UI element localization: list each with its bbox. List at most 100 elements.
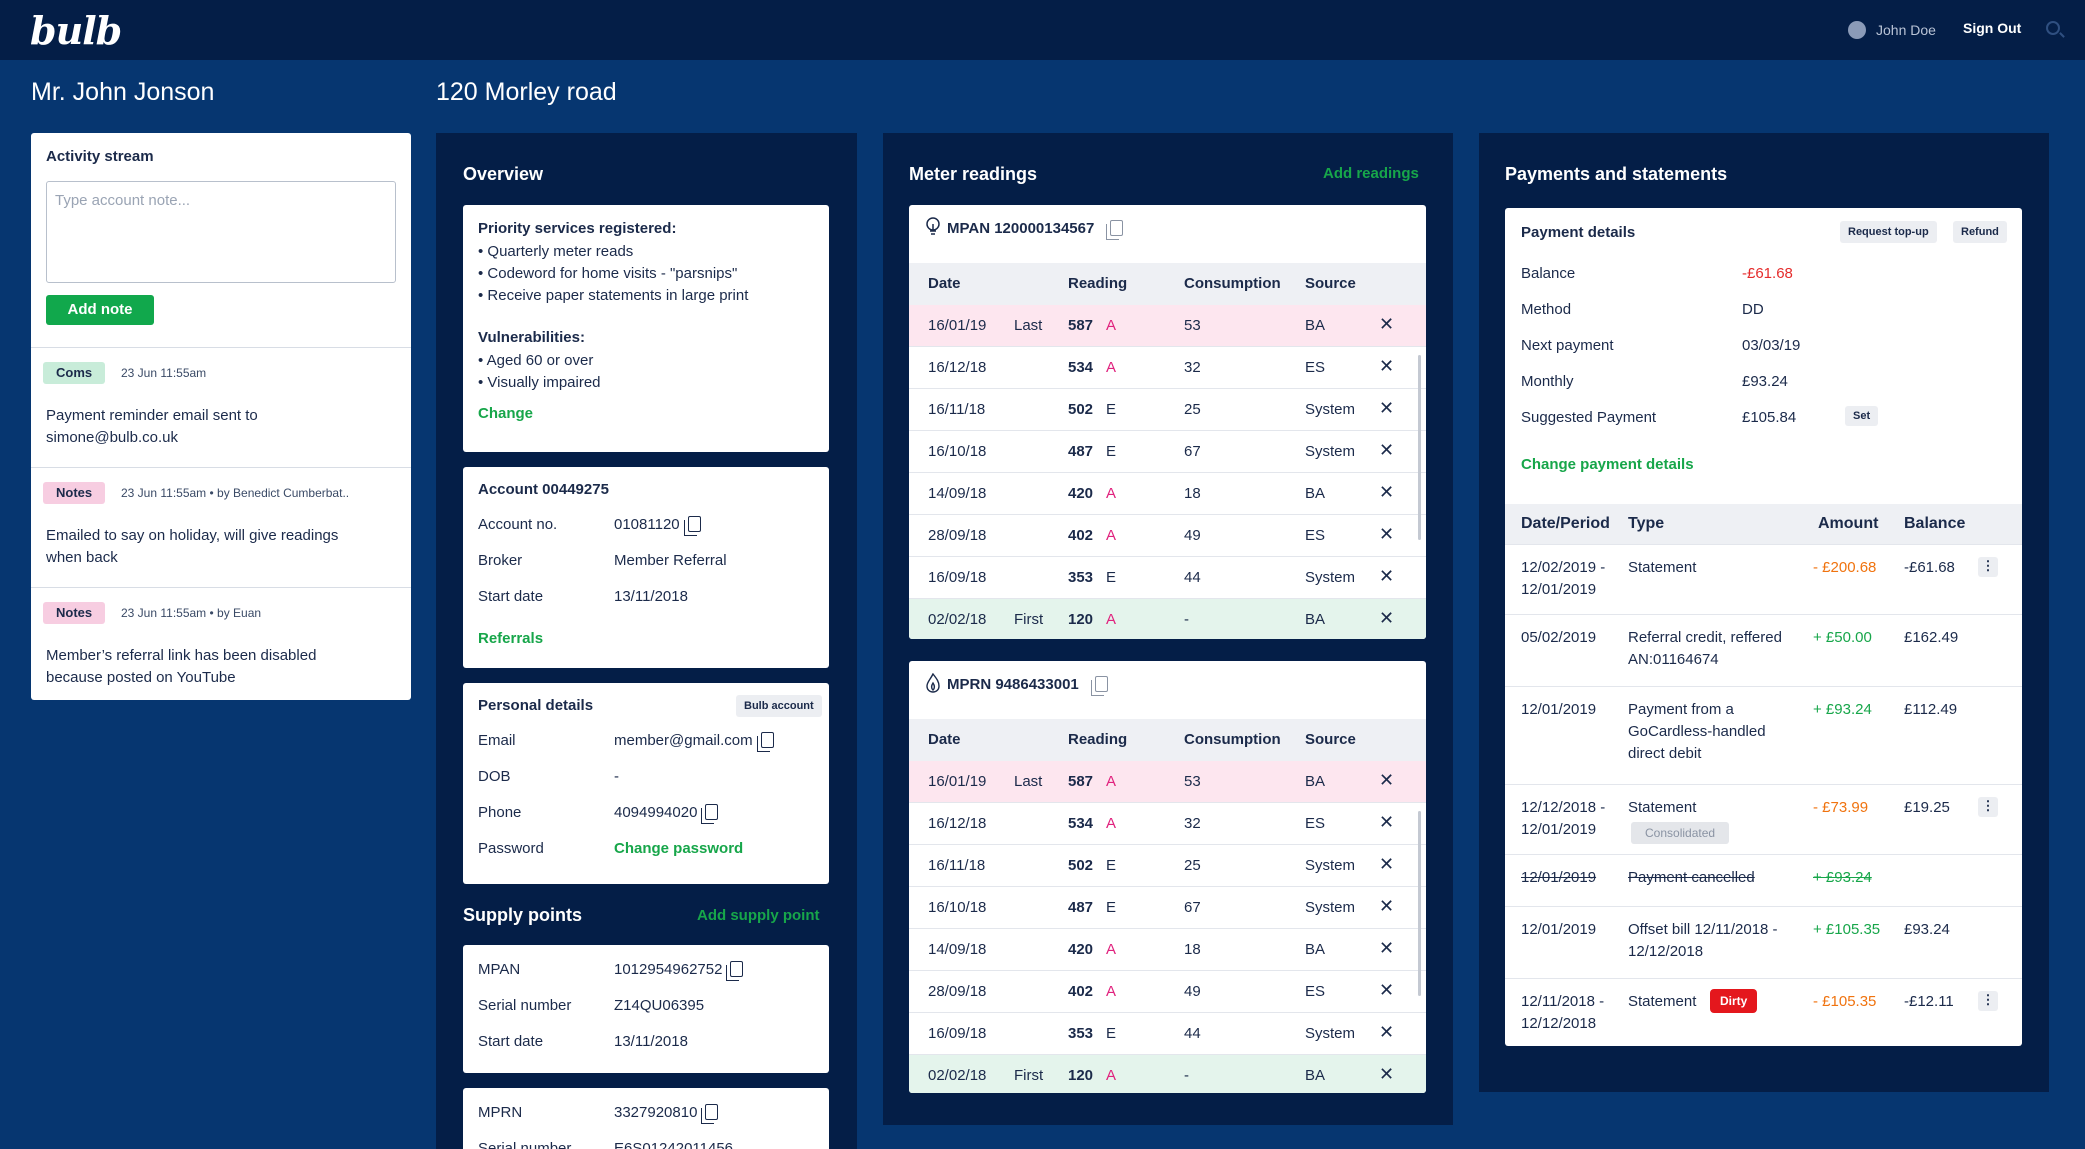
reading-consumption: 25 — [1184, 857, 1201, 874]
reading-value: 487 — [1068, 899, 1094, 916]
statement-date: 12/01/2019 — [1521, 701, 1597, 718]
delete-reading-icon[interactable]: ✕ — [1379, 938, 1394, 959]
delete-reading-icon[interactable]: ✕ — [1379, 770, 1394, 791]
statement-type: Offset bill 12/11/2018 - 12/12/2018 — [1628, 921, 1778, 960]
dob-label: DOB — [478, 768, 511, 785]
reading-row: 16/12/18 534 A 32 ES ✕ — [909, 347, 1426, 389]
serial-value: E6S01242011456 — [614, 1140, 734, 1149]
delete-reading-icon[interactable]: ✕ — [1379, 440, 1394, 461]
user-menu[interactable]: John Doe — [1848, 21, 1936, 39]
account-card: Account 00449275 Account no. 01081120 Br… — [463, 467, 829, 668]
col-consumption: Consumption — [1184, 275, 1281, 292]
set-button[interactable]: Set — [1845, 406, 1879, 426]
scrollbar[interactable] — [1418, 811, 1421, 996]
copy-icon[interactable] — [1090, 676, 1108, 696]
email-label: Email — [478, 732, 516, 749]
add-supply-point-link[interactable]: Add supply point — [697, 907, 819, 924]
flame-icon — [926, 672, 940, 693]
reading-source: System — [1305, 899, 1356, 916]
delete-reading-icon[interactable]: ✕ — [1379, 482, 1394, 503]
reading-consumption: 49 — [1184, 983, 1201, 1000]
reading-value: 587 — [1068, 317, 1094, 334]
reading-date: 16/10/18 — [928, 443, 987, 460]
reading-date: 02/02/18 — [928, 1067, 987, 1084]
delete-reading-icon[interactable]: ✕ — [1379, 524, 1394, 545]
bulb-account-chip[interactable]: Bulb account — [736, 695, 822, 717]
reading-consumption: 25 — [1184, 401, 1201, 418]
bulb-logo[interactable]: bulb — [30, 8, 122, 53]
referrals-link[interactable]: Referrals — [478, 630, 543, 647]
copy-icon[interactable] — [1106, 220, 1124, 240]
scrollbar[interactable] — [1418, 355, 1421, 540]
statement-row[interactable]: 12/02/2019 - 12/01/2019 Statement - £200.6… — [1505, 544, 2022, 614]
delete-reading-icon[interactable]: ✕ — [1379, 1064, 1394, 1085]
more-options-icon[interactable]: ⋮ — [1978, 797, 1998, 817]
copy-icon[interactable] — [726, 961, 744, 981]
personal-details-title: Personal details — [478, 697, 594, 714]
priority-title: Priority services registered: — [478, 220, 677, 237]
account-note-input[interactable]: Type account note... — [46, 181, 396, 283]
reading-row: 16/10/18 487 E 67 System ✕ — [909, 431, 1426, 473]
refund-button[interactable]: Refund — [1953, 221, 2007, 243]
copy-icon[interactable] — [701, 804, 719, 824]
mprn-readings-table: MPRN 9486433001 Date Reading Consumption So… — [909, 661, 1426, 1093]
delete-reading-icon[interactable]: ✕ — [1379, 1022, 1394, 1043]
reading-value: 402 — [1068, 527, 1094, 544]
dirty-badge: Dirty — [1710, 989, 1758, 1013]
delete-reading-icon[interactable]: ✕ — [1379, 398, 1394, 419]
copy-icon[interactable] — [683, 516, 701, 536]
payments-title: Payments and statements — [1505, 164, 1728, 184]
user-name: John Doe — [1876, 22, 1936, 38]
reading-value: 120 — [1068, 1067, 1094, 1084]
reading-value: 587 — [1068, 773, 1094, 790]
reading-row: 16/11/18 502 E 25 System ✕ — [909, 845, 1426, 887]
copy-icon[interactable] — [701, 1104, 719, 1124]
col-date: Date/Period — [1521, 515, 1610, 532]
reading-value: 353 — [1068, 1025, 1094, 1042]
mpan-value: 1012954962752 — [614, 961, 744, 981]
reading-source: System — [1305, 401, 1356, 418]
reading-type: E — [1106, 1025, 1117, 1042]
statement-date: 05/02/2019 — [1521, 629, 1597, 646]
statement-row[interactable]: 12/01/2019 Payment cancelled + £93.24 — [1505, 854, 2022, 906]
mpan-label: MPAN — [478, 961, 521, 978]
reading-consumption: 32 — [1184, 359, 1201, 376]
statement-row[interactable]: 12/12/2018 - 12/01/2019 Statement - £73.99… — [1505, 784, 2022, 854]
reading-row: 28/09/18 402 A 49 ES ✕ — [909, 515, 1426, 557]
sign-out-button[interactable]: Sign Out — [1963, 20, 2021, 36]
delete-reading-icon[interactable]: ✕ — [1379, 896, 1394, 917]
delete-reading-icon[interactable]: ✕ — [1379, 812, 1394, 833]
reading-type: A — [1106, 317, 1117, 334]
statement-row[interactable]: 12/01/2019 Payment from a GoCardless-hand… — [1505, 686, 2022, 784]
change-payment-details-link[interactable]: Change payment details — [1521, 456, 1694, 473]
change-priority-link[interactable]: Change — [478, 405, 533, 422]
change-password-link[interactable]: Change password — [614, 840, 743, 857]
more-options-icon[interactable]: ⋮ — [1978, 991, 1998, 1011]
statement-row[interactable]: 12/11/2018 - 12/12/2018 Statement - £105.3… — [1505, 978, 2022, 1046]
reading-consumption: 53 — [1184, 317, 1201, 334]
request-topup-button[interactable]: Request top-up — [1840, 221, 1937, 243]
reading-date: 16/11/18 — [928, 857, 986, 874]
search-icon[interactable] — [2046, 21, 2060, 35]
statement-row[interactable]: 05/02/2019 Referral credit, reffered AN:0… — [1505, 614, 2022, 686]
broker-label: Broker — [478, 552, 523, 569]
add-note-button[interactable]: Add note — [46, 295, 154, 325]
next-payment-value: 03/03/19 — [1742, 337, 1801, 354]
statement-date: 12/12/2018 - 12/01/2019 — [1521, 799, 1606, 838]
more-options-icon[interactable]: ⋮ — [1978, 557, 1998, 577]
delete-reading-icon[interactable]: ✕ — [1379, 608, 1394, 629]
delete-reading-icon[interactable]: ✕ — [1379, 566, 1394, 587]
activity-text: Payment reminder email sent to simone@bu… — [46, 407, 258, 446]
delete-reading-icon[interactable]: ✕ — [1379, 980, 1394, 1001]
delete-reading-icon[interactable]: ✕ — [1379, 356, 1394, 377]
activity-meta: 23 Jun 11:55am • by Euan — [121, 606, 262, 620]
priority-card: Priority services registered: • Quarterl… — [463, 205, 829, 452]
delete-reading-icon[interactable]: ✕ — [1379, 314, 1394, 335]
reading-value: 502 — [1068, 401, 1094, 418]
statement-row[interactable]: 12/01/2019 Offset bill 12/11/2018 - 12/12… — [1505, 906, 2022, 978]
method-label: Method — [1521, 301, 1572, 318]
add-readings-link[interactable]: Add readings — [1323, 165, 1419, 182]
delete-reading-icon[interactable]: ✕ — [1379, 854, 1394, 875]
statement-balance: £93.24 — [1904, 921, 1950, 938]
copy-icon[interactable] — [756, 732, 774, 752]
